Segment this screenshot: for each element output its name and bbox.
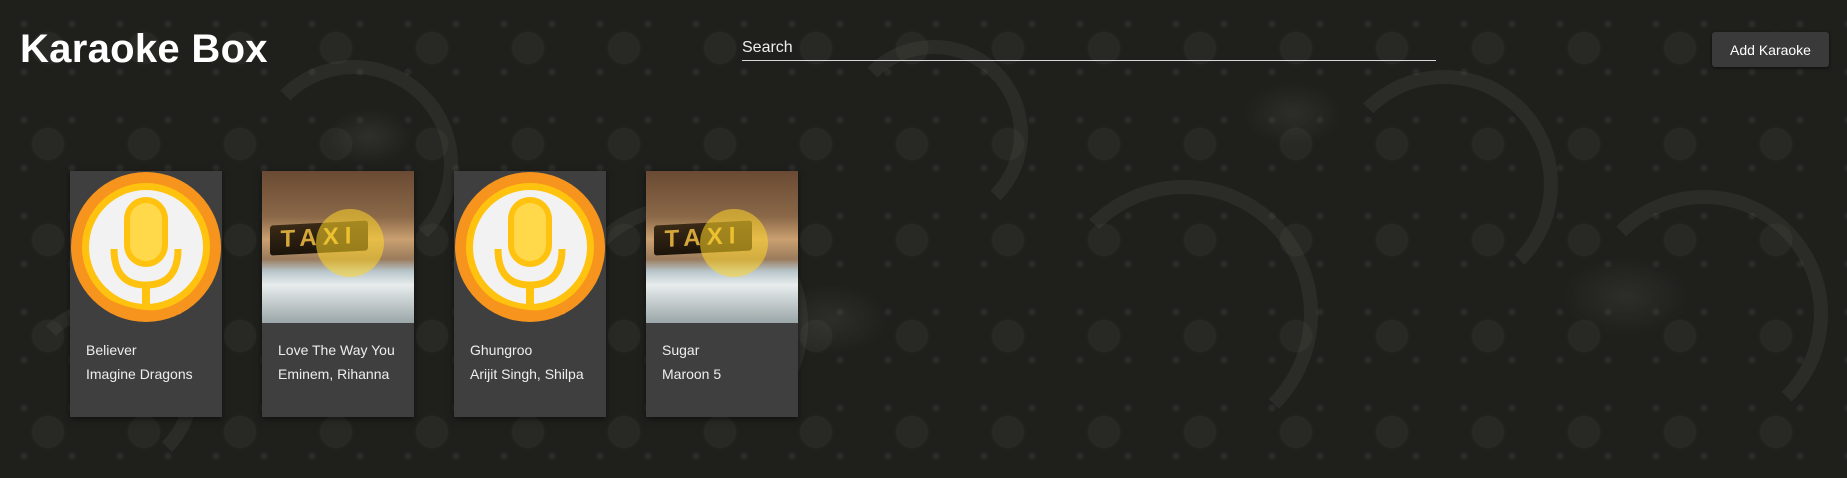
search-bar bbox=[742, 36, 1436, 61]
yellow-circle-overlay bbox=[316, 209, 384, 277]
background-ornament bbox=[1580, 190, 1828, 438]
thumbnail bbox=[70, 171, 222, 323]
add-karaoke-button[interactable]: Add Karaoke bbox=[1712, 32, 1829, 67]
song-title: Sugar bbox=[662, 342, 700, 358]
song-title: Ghungroo bbox=[470, 342, 533, 358]
song-title: Love The Way You bbox=[278, 342, 395, 358]
artist-name: Eminem, Rihanna bbox=[278, 366, 390, 382]
thumbnail bbox=[454, 171, 606, 323]
karaoke-card[interactable]: TAXI Sugar Maroon 5 bbox=[646, 171, 798, 417]
artist-name: Arijit Singh, Shilpa bbox=[470, 366, 584, 382]
karaoke-card[interactable]: Believer Imagine Dragons bbox=[70, 171, 222, 417]
background-ornament bbox=[1050, 180, 1318, 448]
yellow-circle-overlay bbox=[700, 209, 768, 277]
microphone-icon bbox=[455, 172, 605, 322]
artist-name: Maroon 5 bbox=[662, 366, 722, 382]
background-ornament bbox=[840, 40, 1028, 228]
microphone-icon bbox=[71, 172, 221, 322]
artist-name: Imagine Dragons bbox=[86, 366, 193, 382]
song-title: Believer bbox=[86, 342, 137, 358]
app-title: Karaoke Box bbox=[20, 27, 268, 71]
search-input[interactable] bbox=[742, 36, 1436, 60]
karaoke-card[interactable]: TAXI Love The Way You Eminem, Rihanna bbox=[262, 171, 414, 417]
taxi-photo: TAXI bbox=[262, 171, 414, 323]
background-ornament bbox=[1330, 70, 1558, 298]
karaoke-card[interactable]: Ghungroo Arijit Singh, Shilpa bbox=[454, 171, 606, 417]
taxi-photo: TAXI bbox=[646, 171, 798, 323]
